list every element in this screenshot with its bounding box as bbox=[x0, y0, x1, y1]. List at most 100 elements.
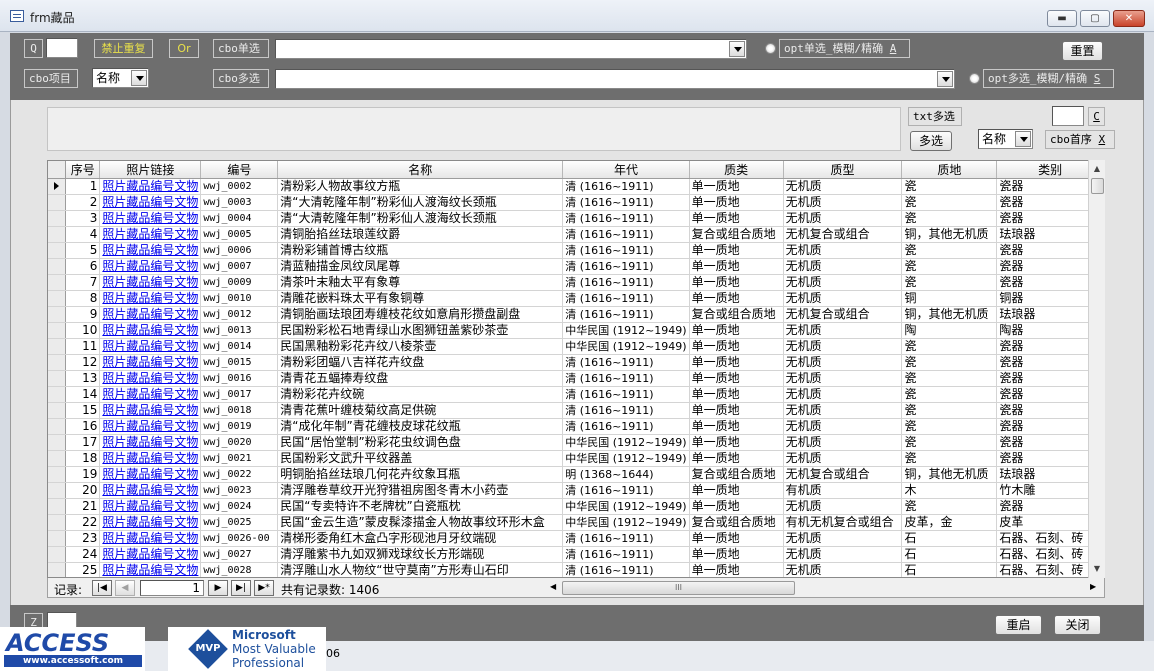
col-era-cell[interactable]: 清 (1616~1911) bbox=[562, 178, 690, 195]
col-name-cell[interactable]: 清浮雕卷草纹开光狩猎祖房图冬青木小药壶 bbox=[277, 482, 564, 499]
col-material-cell[interactable]: 瓷 bbox=[901, 178, 998, 195]
col-material-type-header[interactable]: 质型 bbox=[783, 161, 903, 179]
table-row[interactable]: 8 照片藏品编号文物 wwj_0010 清雕花嵌料珠太平有象铜尊清 (1616~191… bbox=[48, 290, 1104, 307]
col-seq-cell[interactable]: 19 bbox=[65, 466, 101, 483]
row-selector[interactable] bbox=[48, 546, 67, 563]
col-material-type-cell[interactable]: 无机质 bbox=[783, 386, 903, 403]
col-code-cell[interactable]: wwj_0020 bbox=[200, 434, 279, 451]
row-selector[interactable] bbox=[48, 562, 67, 577]
restart-button[interactable]: 重启 bbox=[995, 615, 1042, 635]
table-row[interactable]: 6 照片藏品编号文物 wwj_0007 清蓝釉描金凤纹凤尾尊清 (1616~1911)… bbox=[48, 258, 1104, 275]
col-era-cell[interactable]: 清 (1616~1911) bbox=[562, 530, 690, 547]
col-era-cell[interactable]: 清 (1616~1911) bbox=[562, 258, 690, 275]
col-material-type-cell[interactable]: 无机质 bbox=[783, 354, 903, 371]
chevron-down-icon[interactable] bbox=[937, 71, 953, 87]
col-name-cell[interactable]: 民国黑釉粉彩花卉纹八棱茶壶 bbox=[277, 338, 564, 355]
col-code-cell[interactable]: wwj_0027 bbox=[200, 546, 279, 563]
previous-record-icon[interactable]: ◀ bbox=[115, 580, 135, 596]
col-name-cell[interactable]: 清粉彩人物故事纹方瓶 bbox=[277, 178, 564, 195]
table-row[interactable]: 4 照片藏品编号文物 wwj_0005 清铜胎掐丝珐琅莲纹爵清 (1616~1911)… bbox=[48, 226, 1104, 243]
col-material-type-cell[interactable]: 无机质 bbox=[783, 434, 903, 451]
row-selector[interactable] bbox=[48, 386, 67, 403]
col-material-type-cell[interactable]: 无机质 bbox=[783, 178, 903, 195]
col-material-type-cell[interactable]: 无机复合或组合 bbox=[783, 466, 903, 483]
c-input[interactable] bbox=[1052, 106, 1084, 126]
col-name-cell[interactable]: 清蓝釉描金凤纹凤尾尊 bbox=[277, 258, 564, 275]
col-era-cell[interactable]: 中华民国 (1912~1949) bbox=[562, 434, 690, 451]
col-material-cell[interactable]: 瓷 bbox=[901, 194, 998, 211]
col-name-cell[interactable]: 清青花五蝠捧寿纹盘 bbox=[277, 370, 564, 387]
scroll-up-icon[interactable]: ▲ bbox=[1089, 161, 1105, 177]
col-seq-cell[interactable]: 12 bbox=[65, 354, 101, 371]
col-name-cell[interactable]: 清梯形委角红木盒凸字形砚池月牙纹端砚 bbox=[277, 530, 564, 547]
chevron-down-icon[interactable] bbox=[729, 41, 745, 57]
col-photo-link-cell[interactable]: 照片藏品编号文物 bbox=[99, 258, 202, 275]
col-material-class-cell[interactable]: 单一质地 bbox=[689, 402, 784, 419]
col-material-cell[interactable]: 瓷 bbox=[901, 258, 998, 275]
col-photo-link-cell[interactable]: 照片藏品编号文物 bbox=[99, 306, 202, 323]
col-era-cell[interactable]: 清 (1616~1911) bbox=[562, 418, 690, 435]
col-seq-cell[interactable]: 17 bbox=[65, 434, 101, 451]
col-seq-cell[interactable]: 3 bbox=[65, 210, 101, 227]
col-name-cell[interactable]: 明铜胎掐丝珐琅几何花卉纹象耳瓶 bbox=[277, 466, 564, 483]
col-name-cell[interactable]: 清雕花嵌料珠太平有象铜尊 bbox=[277, 290, 564, 307]
col-name-cell[interactable]: 清粉彩花卉纹碗 bbox=[277, 386, 564, 403]
col-era-cell[interactable]: 清 (1616~1911) bbox=[562, 226, 690, 243]
col-seq-cell[interactable]: 23 bbox=[65, 530, 101, 547]
table-row[interactable]: 9 照片藏品编号文物 wwj_0012 清铜胎画珐琅团寿缠枝花纹如意肩形攒盘副盘清 (… bbox=[48, 306, 1104, 323]
current-record-input[interactable]: 1 bbox=[140, 580, 204, 596]
col-era-cell[interactable]: 中华民国 (1912~1949) bbox=[562, 498, 690, 515]
col-material-cell[interactable]: 瓷 bbox=[901, 402, 998, 419]
col-photo-link-cell[interactable]: 照片藏品编号文物 bbox=[99, 418, 202, 435]
col-era-cell[interactable]: 清 (1616~1911) bbox=[562, 290, 690, 307]
table-row[interactable]: 21 照片藏品编号文物 wwj_0024 民国“专卖特许不老牌枕”白瓷瓶枕 中华民国 (… bbox=[48, 498, 1104, 515]
close-button[interactable]: 关闭 bbox=[1054, 615, 1101, 635]
col-material-class-cell[interactable]: 复合或组合质地 bbox=[689, 306, 784, 323]
col-code-cell[interactable]: wwj_0003 bbox=[200, 194, 279, 211]
col-photo-link-cell[interactable]: 照片藏品编号文物 bbox=[99, 242, 202, 259]
col-material-cell[interactable]: 瓷 bbox=[901, 450, 998, 467]
col-material-class-cell[interactable]: 复合或组合质地 bbox=[689, 466, 784, 483]
row-selector[interactable] bbox=[48, 290, 67, 307]
col-code-cell[interactable]: wwj_0022 bbox=[200, 466, 279, 483]
col-code-cell[interactable]: wwj_0018 bbox=[200, 402, 279, 419]
col-photo-link-cell[interactable]: 照片藏品编号文物 bbox=[99, 194, 202, 211]
row-selector[interactable] bbox=[48, 466, 67, 483]
col-material-type-cell[interactable]: 无机质 bbox=[783, 242, 903, 259]
col-code-cell[interactable]: wwj_0024 bbox=[200, 498, 279, 515]
table-row[interactable]: 23 照片藏品编号文物 wwj_0026-00 清梯形委角红木盒凸字形砚池月牙纹端砚清… bbox=[48, 530, 1104, 547]
col-name-cell[interactable]: 民国粉彩文武升平纹器盖 bbox=[277, 450, 564, 467]
col-material-class-cell[interactable]: 单一质地 bbox=[689, 530, 784, 547]
col-photo-link-cell[interactable]: 照片藏品编号文物 bbox=[99, 514, 202, 531]
txt-multi-memo[interactable] bbox=[47, 107, 901, 151]
col-photo-link-cell[interactable]: 照片藏品编号文物 bbox=[99, 338, 202, 355]
table-row[interactable]: 19 照片藏品编号文物 wwj_0022 明铜胎掐丝珐琅几何花卉纹象耳瓶明 (1368… bbox=[48, 466, 1104, 483]
col-photo-link-cell[interactable]: 照片藏品编号文物 bbox=[99, 386, 202, 403]
table-row[interactable]: 18 照片藏品编号文物 wwj_0021 民国粉彩文武升平纹器盖 中华民国 (1912~… bbox=[48, 450, 1104, 467]
col-material-type-cell[interactable]: 无机质 bbox=[783, 338, 903, 355]
col-seq-cell[interactable]: 8 bbox=[65, 290, 101, 307]
col-era-cell[interactable]: 清 (1616~1911) bbox=[562, 210, 690, 227]
col-photo-link-cell[interactable]: 照片藏品编号文物 bbox=[99, 210, 202, 227]
cbo-multi-select[interactable] bbox=[275, 69, 955, 89]
col-material-cell[interactable]: 木 bbox=[901, 482, 998, 499]
col-name-cell[interactable]: 清铜胎掐丝珐琅莲纹爵 bbox=[277, 226, 564, 243]
col-name-cell[interactable]: 民国“居怡堂制”粉彩花虫纹调色盘 bbox=[277, 434, 564, 451]
col-material-class-cell[interactable]: 单一质地 bbox=[689, 338, 784, 355]
scroll-left-icon[interactable]: ◀ bbox=[550, 582, 556, 591]
col-material-class-cell[interactable]: 单一质地 bbox=[689, 322, 784, 339]
col-material-class-cell[interactable]: 单一质地 bbox=[689, 258, 784, 275]
last-record-icon[interactable]: ▶| bbox=[231, 580, 251, 596]
col-material-class-header[interactable]: 质类 bbox=[689, 161, 784, 179]
col-material-cell[interactable]: 瓷 bbox=[901, 498, 998, 515]
col-material-type-cell[interactable]: 无机质 bbox=[783, 498, 903, 515]
col-material-cell[interactable]: 瓷 bbox=[901, 338, 998, 355]
col-name-cell[interactable]: 民国粉彩松石地青绿山水图狮钮盖紫砂茶壶 bbox=[277, 322, 564, 339]
table-row[interactable]: 20 照片藏品编号文物 wwj_0023 清浮雕卷草纹开光狩猎祖房图冬青木小药壶清 (… bbox=[48, 482, 1104, 499]
row-selector[interactable] bbox=[48, 498, 67, 515]
col-material-cell[interactable]: 铜，其他无机质 bbox=[901, 306, 998, 323]
col-code-cell[interactable]: wwj_0004 bbox=[200, 210, 279, 227]
col-code-cell[interactable]: wwj_0013 bbox=[200, 322, 279, 339]
col-photo-link-cell[interactable]: 照片藏品编号文物 bbox=[99, 322, 202, 339]
q-input[interactable] bbox=[46, 38, 78, 58]
